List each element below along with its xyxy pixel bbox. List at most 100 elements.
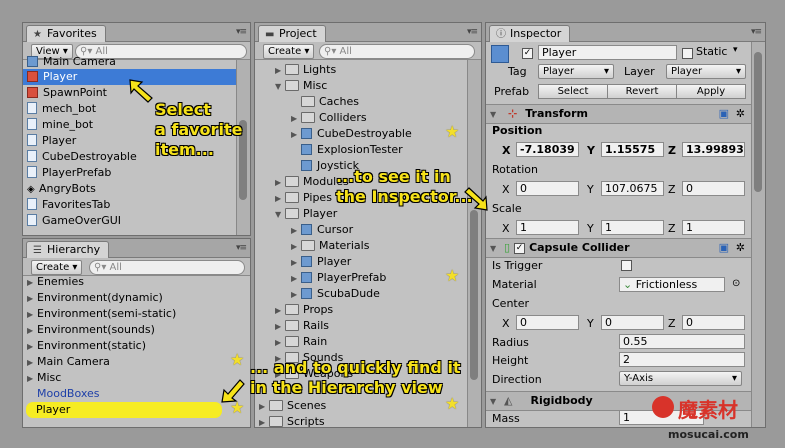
asset-icon [27, 118, 37, 130]
center-x-field[interactable]: 0 [516, 315, 579, 330]
tree-item[interactable]: ExplosionTester [291, 142, 403, 158]
tree-item-player-highlighted[interactable]: Player [26, 402, 222, 418]
material-field[interactable]: ⌄ Frictionless [619, 277, 725, 292]
layer-dropdown[interactable]: Player ▾ [666, 64, 746, 79]
rotation-y-field[interactable]: 107.0675 [601, 181, 664, 196]
prefab-apply-button[interactable]: Apply [676, 84, 746, 99]
list-item[interactable]: Player [23, 133, 76, 149]
radius-field[interactable]: 0.55 [619, 334, 745, 349]
project-search-input[interactable]: ⚲▾ All [319, 44, 475, 59]
tree-item[interactable]: ▶ Player [291, 254, 351, 270]
tree-item[interactable]: ▶ Props [275, 302, 333, 318]
folder-icon [301, 239, 315, 251]
axis-z-label: Z [668, 317, 676, 330]
static-checkbox[interactable] [682, 48, 693, 59]
tree-item[interactable]: ▶ Colliders [291, 110, 367, 126]
active-checkbox[interactable]: ✓ [522, 48, 533, 59]
tree-item[interactable]: ▶ ScubaDude [291, 286, 380, 302]
tag-label: Tag [508, 65, 527, 78]
tree-item[interactable]: ▶ PlayerPrefab [291, 270, 386, 286]
object-picker-icon[interactable]: ⊙ [732, 278, 740, 289]
list-item[interactable]: FavoritesTab [23, 197, 110, 213]
tree-item[interactable]: ▶ Scripts [259, 414, 325, 427]
hierarchy-search-input[interactable]: ⚲▾ All [89, 260, 245, 275]
rotation-x-field[interactable]: 0 [516, 181, 579, 196]
list-item[interactable]: GameOverGUI [23, 213, 121, 229]
capsule-collider-header[interactable]: ▼ ▯ ✓ Capsule Collider ▣ ✲ [486, 238, 751, 258]
tree-item[interactable]: ▶ Rails [275, 318, 329, 334]
axis-y-label: Y [587, 317, 594, 330]
tag-dropdown[interactable]: Player ▾ [538, 64, 614, 79]
tab-inspector[interactable]: ⓘ Inspector [489, 25, 571, 42]
center-y-field[interactable]: 0 [601, 315, 664, 330]
tab-favorites[interactable]: ★ Favorites [26, 25, 106, 42]
axis-z-label: Z [668, 183, 676, 196]
list-item[interactable]: mech_bot [23, 101, 96, 117]
panel-menu-icon[interactable]: ▾≡ [236, 243, 247, 253]
gear-icon[interactable]: ✲ [736, 105, 745, 123]
tree-item[interactable]: ▶ Environment(dynamic) [27, 290, 163, 306]
tree-item[interactable]: ▶ Cursor [291, 222, 353, 238]
list-item[interactable]: CubeDestroyable [23, 149, 137, 165]
tree-item[interactable]: ▶ Enemies [27, 274, 84, 290]
gear-icon[interactable]: ✲ [736, 239, 745, 257]
favorite-star-icon: ★ [230, 350, 245, 369]
tree-item[interactable]: MoodBoxes [27, 386, 100, 402]
list-item[interactable]: mine_bot [23, 117, 93, 133]
folder-icon [285, 207, 299, 219]
tree-item[interactable]: ▼ Player [275, 206, 337, 222]
prefab-revert-button[interactable]: Revert [607, 84, 677, 99]
tree-item[interactable]: ▶ Pipes [275, 190, 332, 206]
favorite-star-icon: ★ [445, 122, 460, 141]
rotation-z-field[interactable]: 0 [682, 181, 745, 196]
tree-item[interactable]: ▶ Environment(semi-static) [27, 306, 176, 322]
prefab-select-button[interactable]: Select [538, 84, 608, 99]
scale-y-field[interactable]: 1 [601, 220, 664, 235]
direction-dropdown[interactable]: Y-Axis ▾ [619, 371, 742, 386]
list-item[interactable]: SpawnPoint [23, 85, 107, 101]
tree-item[interactable]: ▶ Materials [291, 238, 369, 254]
tree-item[interactable]: ▶ Scenes [259, 398, 326, 414]
axis-y-label: Y [587, 183, 594, 196]
list-item[interactable]: ◈ AngryBots [23, 181, 96, 197]
scale-z-field[interactable]: 1 [682, 220, 745, 235]
create-dropdown[interactable]: Create ▾ [263, 44, 315, 59]
tree-item[interactable]: ▶ Lights [275, 62, 336, 78]
list-item[interactable]: PlayerPrefab [23, 165, 111, 181]
tab-project[interactable]: ▬ Project [258, 25, 326, 42]
tree-item[interactable]: ▼ Misc [275, 78, 327, 94]
static-dropdown-icon[interactable]: ▾ [733, 45, 738, 55]
tree-item[interactable]: ▶ Rain [275, 334, 327, 350]
tree-item[interactable]: ▶ CubeDestroyable [291, 126, 412, 142]
tree-item[interactable]: Caches [291, 94, 359, 110]
tree-item[interactable]: ▶ Environment(static) [27, 338, 146, 354]
scale-x-field[interactable]: 1 [516, 220, 579, 235]
asset-icon [27, 102, 37, 114]
list-item[interactable]: Main Camera [23, 54, 237, 70]
object-name-field[interactable]: Player [538, 45, 677, 60]
position-x-field[interactable]: -7.18039 [516, 142, 579, 157]
create-dropdown[interactable]: Create ▾ [31, 260, 83, 275]
center-z-field[interactable]: 0 [682, 315, 745, 330]
position-y-field[interactable]: 1.15575 [601, 142, 664, 157]
panel-menu-icon[interactable]: ▾≡ [236, 27, 247, 37]
tree-item[interactable]: ▶ Misc [27, 370, 61, 386]
tab-hierarchy[interactable]: ☰ Hierarchy [26, 241, 110, 258]
folder-icon [301, 95, 315, 107]
tree-item[interactable]: ▶ Environment(sounds) [27, 322, 155, 338]
height-field[interactable]: 2 [619, 352, 745, 367]
capsule-enabled-checkbox[interactable]: ✓ [514, 242, 526, 254]
material-label: Material [492, 278, 537, 291]
is-trigger-checkbox[interactable] [621, 260, 632, 271]
panel-menu-icon[interactable]: ▾≡ [467, 27, 478, 37]
help-icon[interactable]: ▣ [719, 239, 729, 257]
project-scrollbar[interactable] [467, 60, 481, 427]
mass-label: Mass [492, 412, 520, 425]
help-icon[interactable]: ▣ [719, 105, 729, 123]
panel-menu-icon[interactable]: ▾≡ [751, 27, 762, 37]
watermark-url: mosucai.com [668, 428, 749, 441]
transform-header[interactable]: ▼ ⊹ Transform ▣ ✲ [486, 104, 751, 124]
inspector-scrollbar[interactable] [751, 42, 765, 427]
tree-item[interactable]: ▶ Main Camera [27, 354, 110, 370]
position-z-field[interactable]: 13.99893 [682, 142, 745, 157]
